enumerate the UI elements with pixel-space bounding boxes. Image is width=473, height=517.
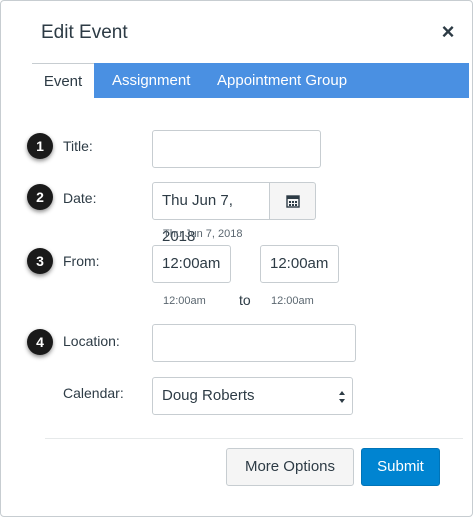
submit-button[interactable]: Submit	[361, 448, 440, 486]
to-time-input[interactable]: 12:00am	[260, 245, 339, 283]
title-label: Title:	[63, 138, 93, 154]
more-options-button[interactable]: More Options	[226, 448, 354, 486]
date-hint: Thu Jun 7, 2018	[163, 228, 243, 240]
calendar-select-value: Doug Roberts	[162, 387, 255, 404]
select-arrows-icon	[339, 391, 345, 403]
from-label: From:	[63, 253, 100, 269]
edit-event-dialog: Edit Event × Event Assignment Appointmen…	[0, 0, 473, 517]
tab-bar: Event Assignment Appointment Group	[32, 63, 469, 98]
step-badge-1: 1	[27, 133, 53, 159]
dialog-title: Edit Event	[41, 22, 128, 43]
tab-assignment[interactable]: Assignment	[112, 63, 190, 98]
footer-divider	[45, 438, 463, 439]
from-time-hint: 12:00am	[163, 295, 206, 307]
calendar-label: Calendar:	[63, 385, 124, 401]
location-input[interactable]	[152, 324, 356, 362]
step-badge-2: 2	[27, 184, 53, 210]
to-time-hint: 12:00am	[271, 295, 314, 307]
step-badge-4: 4	[27, 329, 53, 355]
from-time-input[interactable]: 12:00am	[152, 245, 231, 283]
location-label: Location:	[63, 333, 120, 349]
tab-appointment-group[interactable]: Appointment Group	[217, 63, 347, 98]
calendar-icon	[285, 195, 300, 208]
calendar-select[interactable]: Doug Roberts	[152, 377, 353, 415]
close-icon[interactable]: ×	[438, 21, 458, 43]
date-label: Date:	[63, 190, 97, 206]
step-badge-3: 3	[27, 248, 53, 274]
tab-event[interactable]: Event	[32, 63, 94, 98]
title-input[interactable]	[152, 130, 321, 168]
date-input[interactable]: Thu Jun 7, 2018	[152, 182, 270, 245]
calendar-picker-button[interactable]	[270, 182, 316, 220]
to-label: to	[239, 292, 251, 308]
